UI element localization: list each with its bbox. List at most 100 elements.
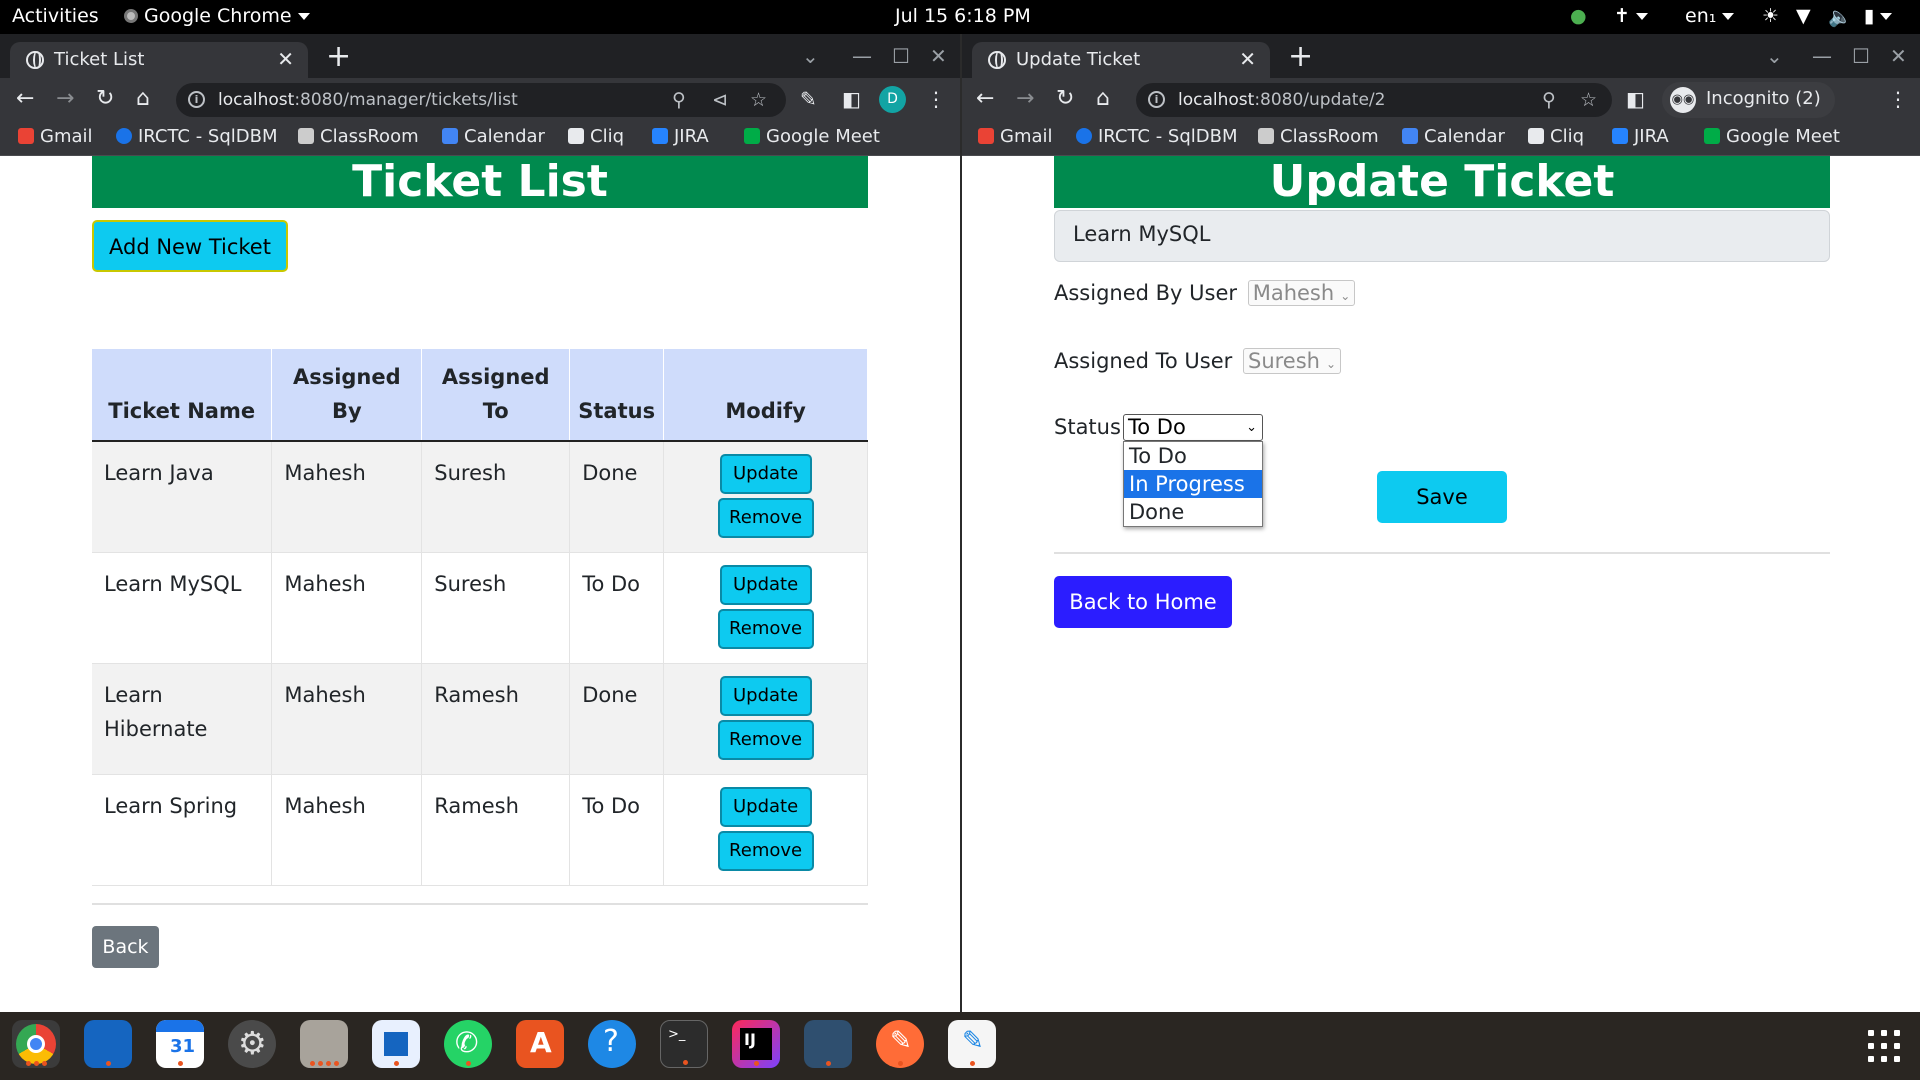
help-app-icon[interactable]: ?: [588, 1020, 636, 1068]
files-app-icon[interactable]: [300, 1020, 348, 1068]
battery-icon[interactable]: ▮: [1864, 5, 1893, 27]
bookmark-cliq[interactable]: Cliq: [1528, 126, 1584, 147]
tab-search-chevron-icon[interactable]: ⌄: [802, 44, 819, 68]
brightness-icon[interactable]: ☀: [1762, 5, 1779, 27]
volume-icon[interactable]: 🔈: [1828, 5, 1852, 28]
bookmark-google-meet[interactable]: Google Meet: [744, 126, 880, 147]
menu-kebab-icon[interactable]: ⋮: [926, 87, 946, 111]
jira-icon: [1612, 128, 1628, 144]
update-button[interactable]: Update: [719, 787, 812, 827]
status-option-todo[interactable]: To Do: [1124, 442, 1262, 470]
app-center-icon[interactable]: A: [516, 1020, 564, 1068]
shield-icon[interactable]: ●: [1570, 5, 1587, 27]
site-info-icon[interactable]: i: [188, 91, 205, 108]
calendar-app-icon[interactable]: 31: [156, 1020, 204, 1068]
tab-search-chevron-icon[interactable]: ⌄: [1766, 44, 1783, 68]
profile-avatar[interactable]: D: [879, 86, 906, 113]
bookmark-irctc[interactable]: IRCTC - SqlDBM: [1076, 126, 1238, 147]
bookmark-calendar[interactable]: Calendar: [442, 126, 545, 147]
close-tab-icon[interactable]: ✕: [1239, 47, 1256, 71]
bookmark-gmail[interactable]: Gmail: [18, 126, 93, 147]
cell-ticket-name: Learn MySQL: [92, 552, 273, 664]
status-select[interactable]: To Do ⌄: [1123, 414, 1263, 441]
mysql-workbench-app-icon[interactable]: [804, 1020, 852, 1068]
remove-button[interactable]: Remove: [717, 609, 814, 649]
forward-arrow-icon[interactable]: →: [56, 86, 74, 111]
maximize-button[interactable]: ☐: [1852, 44, 1870, 68]
update-button[interactable]: Update: [719, 454, 812, 494]
close-window-button[interactable]: ✕: [1890, 44, 1907, 68]
bookmark-cliq[interactable]: Cliq: [568, 126, 624, 147]
update-button[interactable]: Update: [719, 676, 812, 716]
extensions-icon[interactable]: ✎: [800, 87, 817, 111]
bookmark-classroom[interactable]: ClassRoom: [298, 126, 419, 147]
new-tab-button[interactable]: +: [1288, 42, 1313, 72]
postman-app-icon[interactable]: ✎: [876, 1020, 924, 1068]
minimize-button[interactable]: —: [852, 44, 872, 68]
minimize-button[interactable]: —: [1812, 44, 1832, 68]
assigned-to-select[interactable]: Suresh ⌄: [1242, 348, 1342, 374]
bookmark-star-icon[interactable]: ☆: [750, 89, 767, 111]
back-arrow-icon[interactable]: ←: [976, 86, 994, 111]
update-button[interactable]: Update: [719, 565, 812, 605]
settings-app-icon[interactable]: ⚙: [228, 1020, 276, 1068]
tab-ticket-list[interactable]: Ticket List ✕: [10, 42, 308, 78]
back-button[interactable]: Back: [92, 926, 159, 968]
close-tab-icon[interactable]: ✕: [277, 47, 294, 71]
language-indicator[interactable]: en₁: [1685, 5, 1735, 27]
home-icon[interactable]: ⌂: [136, 86, 150, 111]
terminal-app-icon[interactable]: >_: [660, 1020, 708, 1068]
remove-button[interactable]: Remove: [717, 720, 814, 760]
accessibility-icon[interactable]: ✝: [1614, 5, 1648, 27]
new-tab-button[interactable]: +: [326, 42, 351, 72]
bookmark-classroom[interactable]: ClassRoom: [1258, 126, 1379, 147]
remove-button[interactable]: Remove: [717, 498, 814, 538]
status-option-done[interactable]: Done: [1124, 498, 1262, 526]
incognito-badge[interactable]: ◉◉ Incognito (2): [1662, 82, 1835, 118]
share-icon[interactable]: ⊲: [712, 89, 728, 111]
close-window-button[interactable]: ✕: [930, 44, 947, 68]
back-to-home-button[interactable]: Back to Home: [1054, 576, 1232, 628]
table-row: Learn Hibernate Mahesh Ramesh Done Updat…: [92, 663, 868, 775]
text-editor-app-icon[interactable]: ✎: [948, 1020, 996, 1068]
bookmark-jira[interactable]: JIRA: [1612, 126, 1669, 147]
save-button[interactable]: Save: [1377, 471, 1507, 523]
writer-app-icon[interactable]: [372, 1020, 420, 1068]
zoom-icon[interactable]: ⚲: [672, 89, 686, 111]
intellij-app-icon[interactable]: IJ: [732, 1020, 780, 1068]
show-applications-icon[interactable]: [1868, 1030, 1900, 1062]
menu-kebab-icon[interactable]: ⋮: [1888, 87, 1908, 111]
status-option-in-progress[interactable]: In Progress: [1124, 470, 1262, 498]
reload-icon[interactable]: ↻: [1056, 86, 1074, 111]
bookmark-gmail[interactable]: Gmail: [978, 126, 1053, 147]
bookmark-jira[interactable]: JIRA: [652, 126, 709, 147]
address-bar[interactable]: i localhost:8080/manager/tickets/list ⚲ …: [176, 83, 786, 117]
assigned-by-select[interactable]: Mahesh ⌄: [1247, 280, 1356, 306]
zoom-icon[interactable]: ⚲: [1542, 89, 1556, 111]
bookmark-calendar[interactable]: Calendar: [1402, 126, 1505, 147]
activities-button[interactable]: Activities: [12, 5, 99, 27]
home-icon[interactable]: ⌂: [1096, 86, 1110, 111]
maximize-button[interactable]: ☐: [892, 44, 910, 68]
bookmark-irctc[interactable]: IRCTC - SqlDBM: [116, 126, 278, 147]
wifi-icon[interactable]: ▼: [1796, 5, 1811, 27]
remove-button[interactable]: Remove: [717, 831, 814, 871]
app-menu[interactable]: Google Chrome: [124, 5, 310, 27]
chrome-icon: [124, 9, 138, 23]
reload-icon[interactable]: ↻: [96, 86, 114, 111]
tab-update-ticket[interactable]: Update Ticket ✕: [972, 42, 1270, 78]
bookmark-google-meet[interactable]: Google Meet: [1704, 126, 1840, 147]
add-new-ticket-button[interactable]: Add New Ticket: [92, 220, 288, 272]
side-panel-icon[interactable]: ◧: [1626, 87, 1645, 111]
ticket-name-input[interactable]: Learn MySQL: [1054, 210, 1830, 262]
bookmark-star-icon[interactable]: ☆: [1580, 89, 1597, 111]
whatsapp-app-icon[interactable]: ✆: [444, 1020, 492, 1068]
clock[interactable]: Jul 15 6:18 PM: [895, 5, 1031, 27]
forward-arrow-icon[interactable]: →: [1016, 86, 1034, 111]
site-info-icon[interactable]: i: [1148, 91, 1165, 108]
address-bar[interactable]: i localhost:8080/update/2 ⚲ ☆: [1136, 83, 1612, 117]
side-panel-icon[interactable]: ◧: [842, 87, 861, 111]
chat-app-icon[interactable]: [84, 1020, 132, 1068]
back-arrow-icon[interactable]: ←: [16, 86, 34, 111]
chrome-app-icon[interactable]: [12, 1020, 60, 1068]
